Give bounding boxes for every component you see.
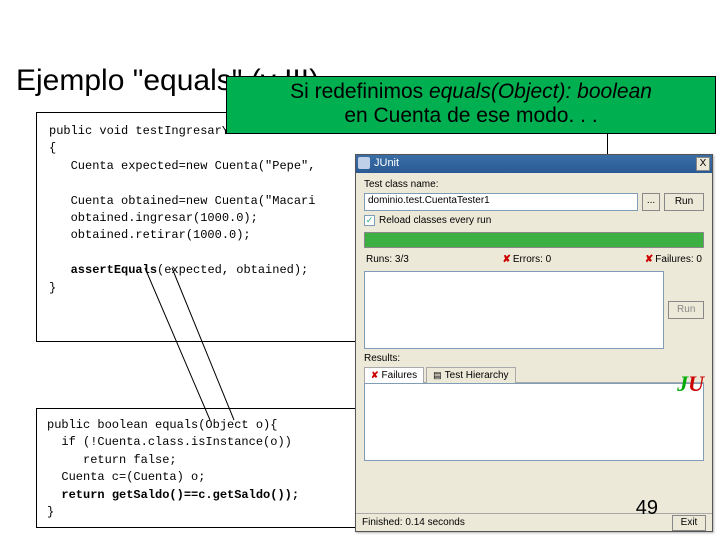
status-bar: Finished: 0.14 seconds Exit — [356, 513, 712, 531]
status-text: Finished: 0.14 seconds — [362, 517, 465, 528]
callout-box: Si redefinimos equals(Object): boolean e… — [226, 76, 716, 134]
code-box-equals: public boolean equals(Object o){ if (!Cu… — [36, 408, 372, 528]
exit-button[interactable]: Exit — [672, 515, 706, 531]
junit-app-icon — [358, 157, 370, 169]
code-line: obtained.ingresar(1000.0); — [49, 211, 258, 225]
code-line: Cuenta c=(Cuenta) o; — [47, 470, 205, 484]
junit-logo: JU — [677, 371, 704, 397]
slide-number: 49 — [636, 497, 658, 520]
tab-hierarchy[interactable]: ▤Test Hierarchy — [426, 367, 515, 383]
code-assert: assertEquals — [71, 263, 157, 277]
runs-stat: Runs: 3/3 — [366, 254, 409, 265]
testclass-input[interactable]: dominio.test.CuentaTester1 — [364, 193, 638, 211]
code-line — [49, 263, 71, 277]
logo-u: U — [688, 371, 704, 396]
callout-line1: Si redefinimos equals(Object): boolean — [227, 80, 715, 104]
callout-line2: en Cuenta de ese modo. . . — [227, 104, 715, 128]
run-button[interactable]: Run — [664, 193, 704, 211]
callout-text: Si redefinimos — [290, 80, 429, 103]
code-line: Cuenta expected=new Cuenta("Pepe", — [49, 159, 315, 173]
reload-label: Reload classes every run — [379, 215, 491, 226]
run-button-2: Run — [668, 301, 704, 319]
code-line — [47, 488, 61, 502]
errors-stat: ✘Errors: 0 — [502, 254, 551, 265]
code-line: } — [49, 281, 56, 295]
code-line: public boolean equals(Object o){ — [47, 418, 277, 432]
progress-bar — [364, 232, 704, 248]
junit-titlebar[interactable]: JUnit X — [356, 155, 712, 173]
logo-j: J — [677, 371, 688, 396]
reload-checkbox[interactable]: ✓ — [364, 215, 375, 226]
browse-button[interactable]: ... — [642, 193, 660, 211]
failures-stat: ✘Failures: 0 — [645, 254, 702, 265]
code-line: Cuenta obtained=new Cuenta("Macari — [49, 194, 315, 208]
junit-window: JUnit X Test class name: dominio.test.Cu… — [355, 154, 713, 532]
testclass-label: Test class name: — [364, 179, 704, 190]
junit-body: Test class name: dominio.test.CuentaTest… — [356, 173, 712, 467]
close-icon[interactable]: X — [696, 157, 710, 171]
code-line: } — [47, 505, 54, 519]
code-line: return false; — [47, 453, 177, 467]
code-line: { — [49, 141, 56, 155]
results-label: Results: — [364, 353, 704, 364]
code-line: (expected, obtained); — [157, 263, 308, 277]
code-return: return getSaldo()==c.getSaldo()); — [61, 488, 299, 502]
junit-title-text: JUnit — [374, 157, 399, 169]
callout-italic: equals(Object): boolean — [429, 80, 652, 103]
code-line: obtained.retirar(1000.0); — [49, 228, 251, 242]
stats-row: Runs: 3/3 ✘Errors: 0 ✘Failures: 0 — [364, 254, 704, 265]
tab-failures[interactable]: ✘Failures — [364, 367, 424, 383]
results-area[interactable] — [364, 383, 704, 461]
messages-area[interactable] — [364, 271, 664, 349]
tabs-bar: ✘Failures ▤Test Hierarchy — [364, 366, 704, 383]
code-line: if (!Cuenta.class.isInstance(o)) — [47, 435, 292, 449]
